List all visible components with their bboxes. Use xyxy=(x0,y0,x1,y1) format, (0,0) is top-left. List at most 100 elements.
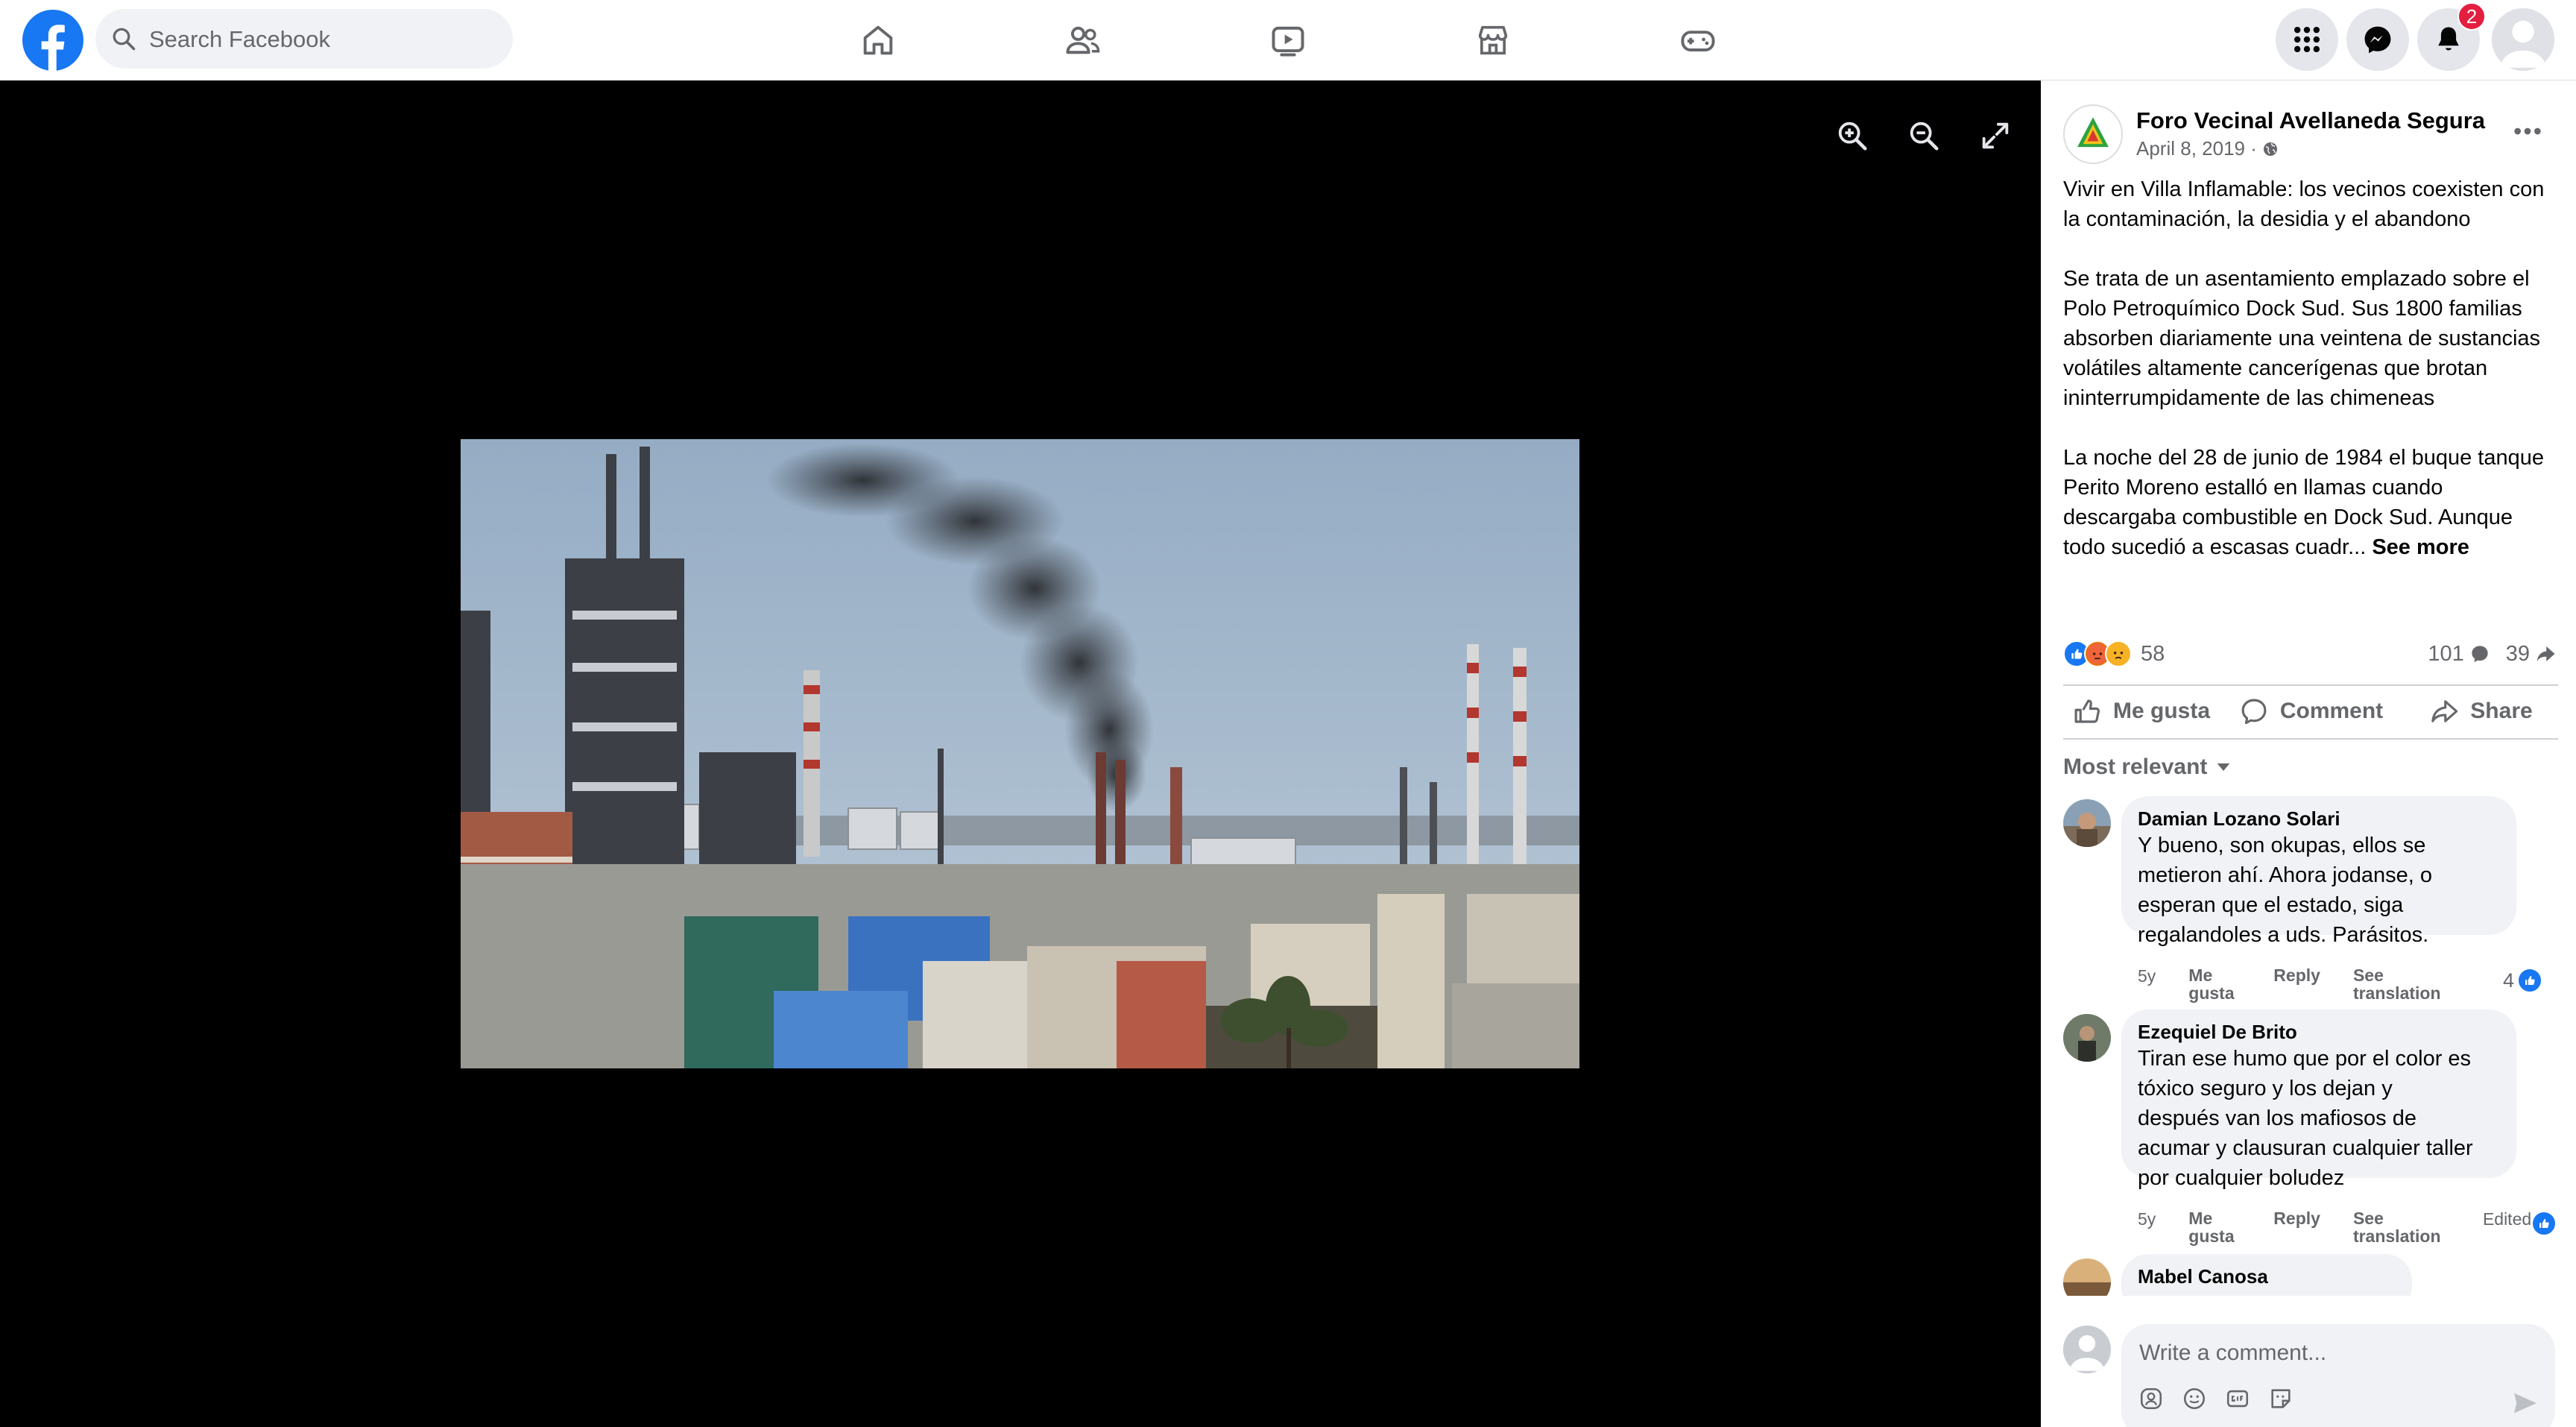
comment-button[interactable]: Comment xyxy=(2226,686,2396,737)
search-input[interactable] xyxy=(148,9,501,70)
nav-marketplace-tab[interactable] xyxy=(1448,10,1538,70)
like-button-label: Me gusta xyxy=(2112,699,2211,723)
comment-author[interactable]: Mabel Canosa xyxy=(2138,1264,2396,1288)
comment-line: metieron ahí. Ahora jodanse, o xyxy=(2138,863,2432,887)
comment-author[interactable]: Damian Lozano Solari xyxy=(2138,807,2500,831)
comment-bubble: Damian Lozano Solari Y bueno, son okupas… xyxy=(2121,796,2516,947)
comment-like-count[interactable]: 4 xyxy=(2503,968,2543,993)
search-box[interactable] xyxy=(95,9,513,70)
mini-like-icon xyxy=(2531,1211,2557,1236)
composer-tools xyxy=(2138,1385,2294,1412)
share-arrow-icon xyxy=(2536,646,2555,661)
gaming-controller-icon xyxy=(1681,31,1715,51)
comment-line: acumar y clausuran cualquier taller xyxy=(2138,1136,2473,1160)
messenger-icon xyxy=(2364,26,2391,54)
menu-button[interactable] xyxy=(2276,8,2338,71)
nav-watch-tab[interactable] xyxy=(1243,10,1333,70)
comment-bubble: Ezequiel De Brito Tiran ese humo que por… xyxy=(2121,1009,2516,1190)
commenter-avatar[interactable] xyxy=(2063,799,2111,847)
share-button[interactable]: Share xyxy=(2396,686,2566,737)
sticker-icon xyxy=(2271,1389,2291,1408)
share-count[interactable]: 39 xyxy=(2506,642,2557,667)
comment-sort-dropdown[interactable]: Most relevant xyxy=(2063,755,2231,780)
sad-reaction-icon xyxy=(2105,640,2132,667)
comment-meta: 5y Me gusta Reply See translation xyxy=(2138,966,2450,1002)
facebook-logo-icon[interactable] xyxy=(22,10,83,71)
comment-count-value: 101 xyxy=(2428,641,2464,666)
notifications-button[interactable]: 2 xyxy=(2417,2,2486,71)
comment-line: esperan que el estado, siga xyxy=(2138,893,2404,917)
mini-like-icon xyxy=(2517,968,2543,993)
comment-author[interactable]: Ezequiel De Brito xyxy=(2138,1020,2500,1044)
see-translation-link[interactable]: See translation xyxy=(2353,1209,2450,1245)
post-details-panel: Foro Vecinal Avellaneda Segura April 8, … xyxy=(2041,81,2576,1427)
nav-home-tab[interactable] xyxy=(833,10,923,70)
gif-icon xyxy=(2226,1390,2249,1408)
zoom-out-button[interactable] xyxy=(1901,113,1946,158)
fullscreen-button[interactable] xyxy=(1973,113,2018,158)
page-name-link[interactable]: Foro Vecinal Avellaneda Segura xyxy=(2136,107,2485,134)
comment-input-box[interactable] xyxy=(2121,1324,2555,1427)
share-icon xyxy=(2431,700,2458,722)
comment-input[interactable] xyxy=(2138,1332,2528,1375)
post-paragraph-text: La noche del 28 de junio de 1984 el buqu… xyxy=(2063,446,2545,559)
more-horizontal-icon xyxy=(2514,127,2541,135)
comment-line: después van los mafiosos de xyxy=(2138,1106,2416,1130)
thumbs-up-icon xyxy=(2074,699,2100,723)
reaction-count: 58 xyxy=(2141,641,2165,666)
comment-reply-link[interactable]: Reply xyxy=(2273,966,2320,984)
sticker-button[interactable] xyxy=(2267,1385,2294,1412)
share-button-label: Share xyxy=(2470,699,2533,723)
comment-bubble-icon xyxy=(2472,646,2488,663)
page-avatar[interactable] xyxy=(2063,104,2123,164)
commenter-photo-icon xyxy=(2063,1014,2111,1062)
see-more-link[interactable]: See more xyxy=(2372,535,2469,559)
post-options-button[interactable] xyxy=(2507,116,2548,146)
comment-like-link[interactable]: Me gusta xyxy=(2188,1209,2241,1245)
comment-count[interactable]: 101 xyxy=(2428,642,2490,667)
account-avatar[interactable] xyxy=(2492,8,2554,71)
marketplace-icon xyxy=(1478,25,1508,55)
messenger-button[interactable] xyxy=(2346,8,2409,71)
comment-time[interactable]: 5y xyxy=(2138,966,2156,986)
emoji-button[interactable] xyxy=(2181,1385,2208,1412)
comment-time[interactable]: 5y xyxy=(2138,1209,2156,1229)
home-icon xyxy=(863,25,893,55)
comment-composer xyxy=(2041,1296,2576,1427)
reaction-summary[interactable]: 58 xyxy=(2063,638,2165,670)
avatar-sticker-icon xyxy=(2140,1387,2162,1410)
comment-icon xyxy=(2241,699,2267,725)
emoji-icon xyxy=(2183,1387,2206,1410)
nav-gaming-tab[interactable] xyxy=(1653,10,1743,70)
post-text: Vivir en Villa Inflamable: los vecinos c… xyxy=(2063,174,2558,562)
comment-line: Tiran ese humo que por el color es xyxy=(2138,1047,2472,1071)
commenter-avatar[interactable] xyxy=(2063,1014,2111,1062)
photo-viewer xyxy=(0,81,2041,1427)
send-icon[interactable] xyxy=(2510,1388,2540,1418)
comment-line: regalandoles a uds. Parásitos. xyxy=(2138,923,2429,947)
like-button[interactable]: Me gusta xyxy=(2056,686,2226,737)
comment-like-link[interactable]: Me gusta xyxy=(2188,966,2241,1002)
default-avatar-icon xyxy=(2063,1326,2111,1373)
nav-friends-tab[interactable] xyxy=(1038,10,1128,70)
comment-line: por cualquier boludez xyxy=(2138,1166,2345,1190)
avatar-sticker-button[interactable] xyxy=(2138,1385,2165,1412)
default-avatar-icon xyxy=(2492,8,2554,71)
post-date[interactable]: April 8, 2019 · xyxy=(2136,137,2279,160)
comment-button-label: Comment xyxy=(2279,699,2384,723)
post-date-text: April 8, 2019 · xyxy=(2136,137,2257,160)
zoom-out-icon xyxy=(1910,122,1939,151)
gif-button[interactable] xyxy=(2224,1385,2251,1412)
expand-icon xyxy=(1982,122,2009,149)
comment-line: tóxico seguro y los dejan y xyxy=(2138,1077,2393,1100)
post-paragraph: Vivir en Villa Inflamable: los vecinos c… xyxy=(2063,177,2545,231)
divider xyxy=(2063,738,2558,740)
edited-label: Edited xyxy=(2482,1209,2532,1229)
comment-reply-link[interactable]: Reply xyxy=(2273,1209,2320,1227)
public-globe-icon xyxy=(2263,142,2277,156)
see-translation-link[interactable]: See translation xyxy=(2353,966,2450,1002)
comment-sort-label: Most relevant xyxy=(2063,755,2208,779)
comment-like-indicator[interactable] xyxy=(2531,1211,2557,1236)
top-navigation-bar: 2 xyxy=(0,0,2576,81)
zoom-in-button[interactable] xyxy=(1830,113,1875,158)
